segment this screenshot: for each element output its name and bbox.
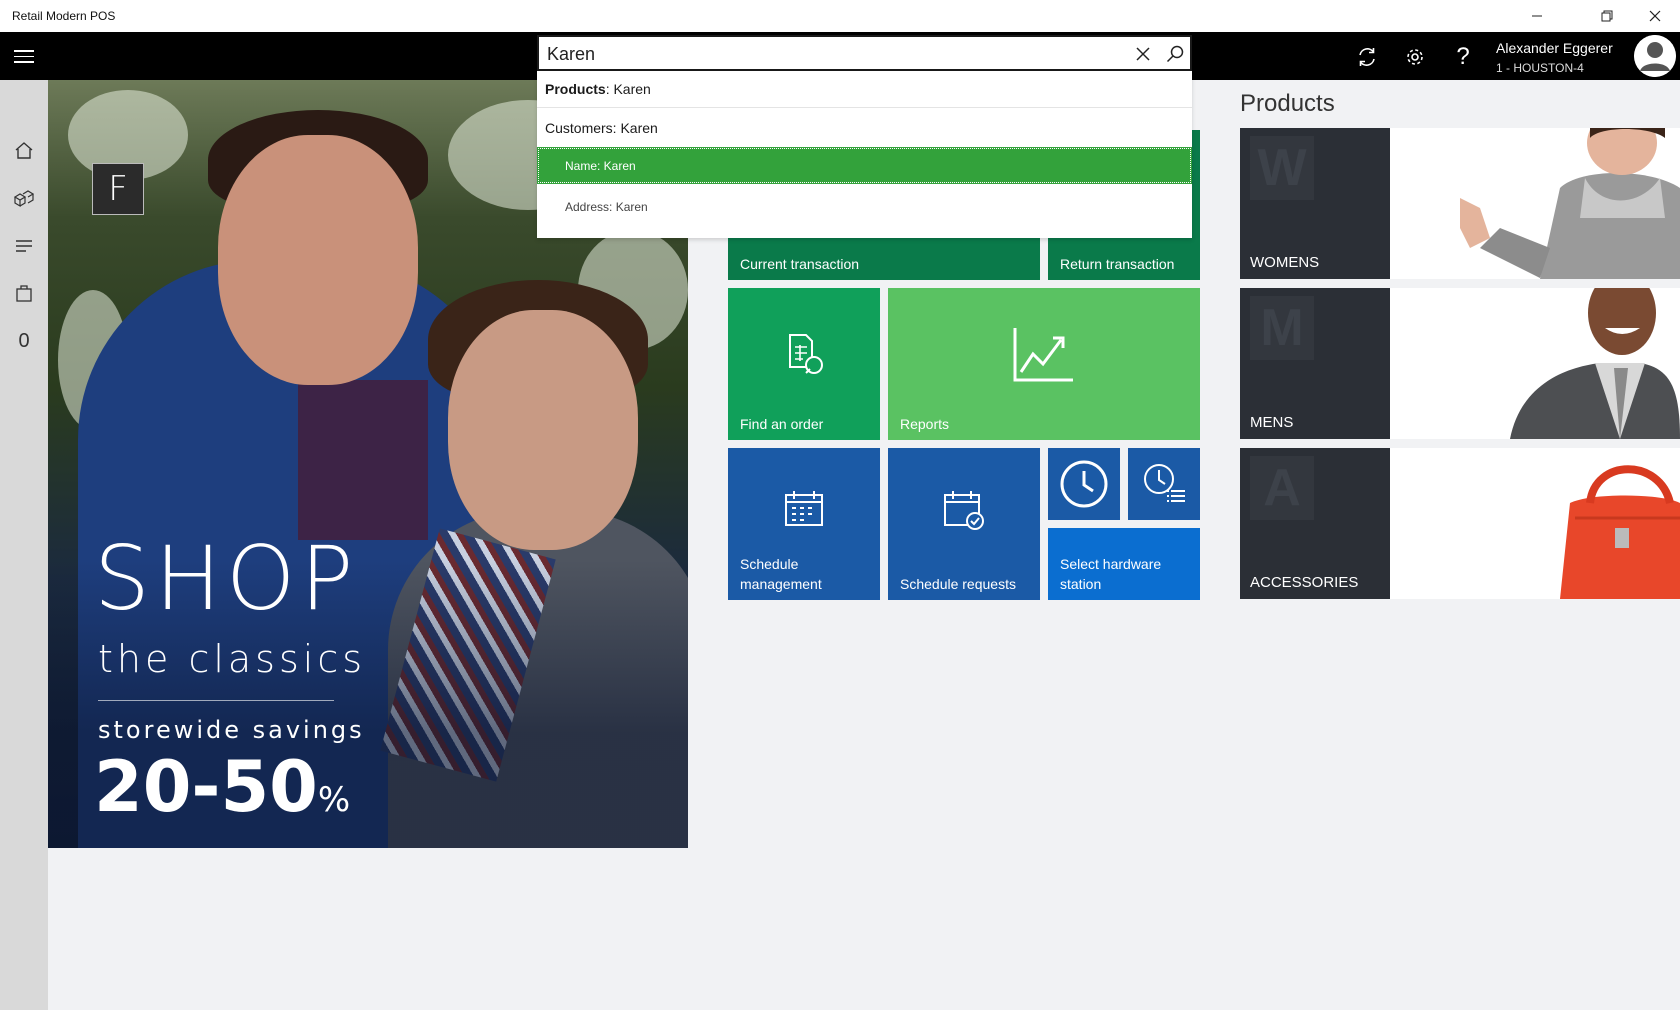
- tile-schedule-management[interactable]: Schedule management: [728, 448, 880, 600]
- promo-tagline: storewide savings: [98, 716, 365, 744]
- app-title: Retail Modern POS: [12, 9, 116, 23]
- close-icon: [1649, 10, 1661, 22]
- suggestion-name-label: Name: Karen: [565, 158, 636, 173]
- search-icon: [1166, 45, 1184, 63]
- search-suggestions: Products: Karen Customers: Karen Name: K…: [537, 71, 1192, 238]
- promo-subheadline: the classics: [98, 637, 367, 681]
- promo-discount-value: 20-50: [94, 746, 318, 828]
- promo-divider: [98, 700, 334, 701]
- suggestion-products-value: : Karen: [605, 81, 651, 97]
- suggestion-customer-name[interactable]: Name: Karen: [537, 147, 1192, 184]
- womens-category-image: [1390, 128, 1680, 279]
- tile-schedule-requests[interactable]: Schedule requests: [888, 448, 1040, 600]
- search-box: [537, 35, 1192, 71]
- products-title: Products: [1240, 90, 1335, 117]
- sync-icon: [1359, 48, 1375, 66]
- suggestion-customers[interactable]: Customers: Karen: [537, 108, 1192, 147]
- user-name: Alexander Eggerer: [1496, 40, 1613, 56]
- gear-icon: [1407, 49, 1423, 65]
- suggestion-customer-address[interactable]: Address: Karen: [537, 188, 1192, 225]
- tile-label: Schedule management: [740, 556, 822, 592]
- bag-nav-button[interactable]: [10, 279, 38, 307]
- tile-clock[interactable]: [1048, 448, 1120, 520]
- avatar[interactable]: [1634, 35, 1676, 77]
- tile-label: Select hardware station: [1060, 556, 1162, 592]
- category-label: ACCESSORIES: [1250, 574, 1359, 591]
- promo-discount: 20-50%: [94, 752, 350, 822]
- help-button[interactable]: ?: [1448, 42, 1478, 72]
- promo-headline: SHOP: [94, 527, 359, 630]
- category-womens[interactable]: W WOMENS: [1240, 128, 1680, 279]
- category-letter: A: [1250, 456, 1314, 520]
- navigation-rail: 0: [0, 80, 48, 1010]
- minimize-button[interactable]: [1514, 0, 1560, 32]
- search-input[interactable]: [547, 41, 1107, 67]
- sync-button[interactable]: [1352, 42, 1382, 72]
- category-accessories[interactable]: A ACCESSORIES: [1240, 448, 1680, 599]
- category-letter: M: [1250, 296, 1314, 360]
- brand-badge: F: [92, 163, 144, 215]
- tile-time-log[interactable]: [1128, 448, 1200, 520]
- settings-button[interactable]: [1400, 42, 1430, 72]
- category-label: WOMENS: [1250, 254, 1320, 271]
- mens-category-image: [1390, 288, 1680, 439]
- restore-icon: [1601, 10, 1613, 22]
- clock-icon: [1060, 460, 1108, 508]
- help-icon: ?: [1456, 43, 1470, 70]
- suggestion-products[interactable]: Products: Karen: [537, 71, 1192, 107]
- list-nav-button[interactable]: [10, 232, 38, 260]
- search-button[interactable]: [1163, 42, 1187, 66]
- category-label: MENS: [1250, 414, 1294, 431]
- boxes-icon: [13, 190, 35, 208]
- menu-icon[interactable]: [14, 50, 34, 63]
- shopping-bag-icon: [16, 285, 32, 302]
- products-nav-button[interactable]: [10, 185, 38, 213]
- cart-count-button[interactable]: 0: [10, 327, 38, 355]
- suggestion-products-prefix: Products: [545, 81, 606, 97]
- user-avatar-icon: [1634, 35, 1676, 77]
- clear-search-button[interactable]: [1131, 42, 1155, 66]
- close-icon: [1136, 47, 1150, 61]
- minimize-icon: [1532, 15, 1542, 17]
- list-icon: [16, 240, 32, 252]
- home-icon: [15, 142, 33, 159]
- close-window-button[interactable]: [1632, 0, 1678, 32]
- chart-icon: [1013, 328, 1073, 382]
- tile-select-hardware-station[interactable]: Select hardware station: [1048, 528, 1200, 600]
- promo-discount-suffix: %: [317, 780, 351, 820]
- category-letter: W: [1250, 136, 1314, 200]
- calendar-icon: [785, 491, 823, 526]
- store-label: 1 - HOUSTON-4: [1496, 61, 1584, 75]
- calendar-check-icon: [944, 491, 984, 530]
- category-mens[interactable]: M MENS: [1240, 288, 1680, 439]
- restore-button[interactable]: [1584, 0, 1630, 32]
- tile-label: Schedule requests: [900, 576, 1016, 592]
- clock-list-icon: [1144, 464, 1185, 502]
- home-button[interactable]: [10, 137, 38, 165]
- suggestion-customers-label: Customers: Karen: [545, 119, 658, 136]
- cart-count: 0: [18, 329, 30, 352]
- suggestion-address-label: Address: Karen: [565, 199, 648, 214]
- find-order-icon: [789, 334, 823, 374]
- accessories-category-image: [1390, 448, 1680, 599]
- window-title-bar: Retail Modern POS: [0, 0, 1680, 32]
